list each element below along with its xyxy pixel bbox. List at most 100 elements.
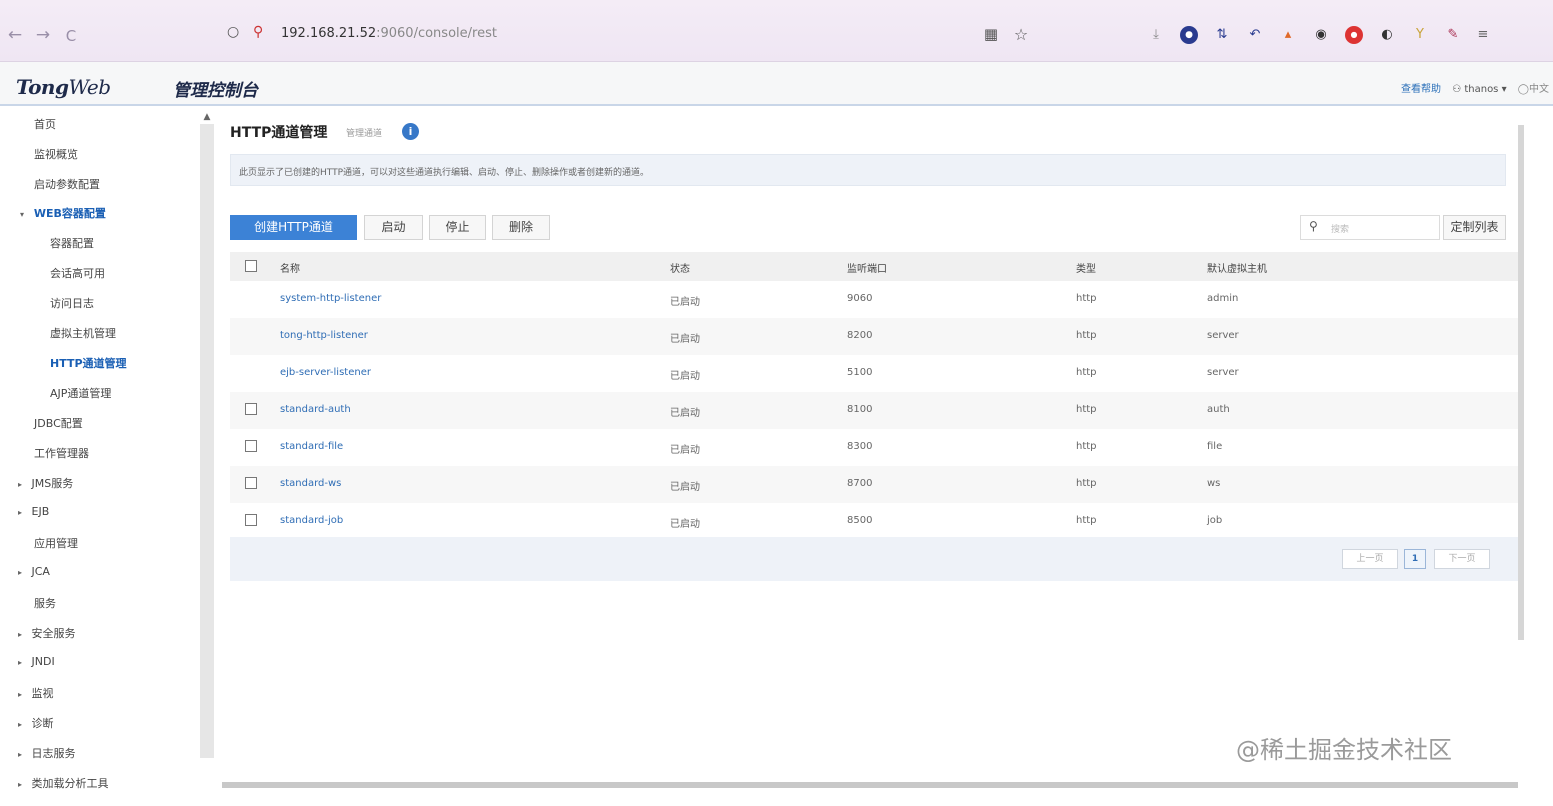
start-button[interactable]: 启动 xyxy=(364,215,423,240)
extension-icon[interactable]: ● xyxy=(1180,26,1198,44)
table-row[interactable]: standard-ws 已启动 8700 http ws xyxy=(230,466,1520,503)
table-row[interactable]: standard-job 已启动 8500 http job xyxy=(230,503,1520,540)
sidebar-item-http-channel[interactable]: HTTP通道管理 xyxy=(50,355,127,371)
type-cell: http xyxy=(1076,404,1097,415)
sidebar-item-home[interactable]: 首页 xyxy=(34,116,56,132)
adblock-icon[interactable]: ● xyxy=(1345,26,1363,44)
search-input[interactable]: ⚲ 搜索 xyxy=(1300,215,1440,240)
sidebar-item-ajp-channel[interactable]: AJP通道管理 xyxy=(50,385,111,401)
download-icon[interactable]: ⤓ xyxy=(1147,26,1165,44)
extension-icon[interactable]: ▴ xyxy=(1279,26,1297,44)
sidebar-item-jca[interactable]: ▸ JCA xyxy=(18,565,50,578)
type-cell: http xyxy=(1076,515,1097,526)
sidebar-scrollbar[interactable] xyxy=(200,110,214,758)
sidebar-item-jndi[interactable]: ▸ JNDI xyxy=(18,655,55,668)
table-header: 名称 状态 监听端口 类型 默认虚拟主机 xyxy=(230,252,1520,281)
user-menu[interactable]: ⚇ thanos ▾ xyxy=(1452,84,1506,95)
sidebar-item-monitor[interactable]: ▸ 监视 xyxy=(18,685,54,701)
sidebar-item-jdbc[interactable]: JDBC配置 xyxy=(34,415,83,431)
sidebar-item-services[interactable]: 服务 xyxy=(34,595,56,611)
sidebar-item-app-management[interactable]: 应用管理 xyxy=(34,535,78,551)
sidebar-item-classloader-tool[interactable]: ▸ 类加载分析工具 xyxy=(18,775,109,791)
prev-page-button[interactable]: 上一页 xyxy=(1342,549,1398,569)
scroll-up-icon[interactable]: ▲ xyxy=(200,110,214,124)
table-row[interactable]: ejb-server-listener 已启动 5100 http server xyxy=(230,355,1520,392)
sidebar-item-startup-params[interactable]: 启动参数配置 xyxy=(34,176,100,192)
url-text[interactable]: 192.168.21.52:9060/console/rest xyxy=(281,26,497,41)
description-text: 此页显示了已创建的HTTP通道，可以对这些通道执行编辑、启动、停止、删除操作或者… xyxy=(239,168,650,178)
column-header[interactable]: 状态 xyxy=(670,260,690,275)
console-title: 管理控制台 xyxy=(173,81,258,101)
sidebar-item-container-config[interactable]: 容器配置 xyxy=(50,235,94,251)
sidebar-item-monitor-overview[interactable]: 监视概览 xyxy=(34,146,78,162)
next-page-button[interactable]: 下一页 xyxy=(1434,549,1490,569)
main-scrollbar[interactable] xyxy=(1518,125,1524,640)
sidebar-item-log-service[interactable]: ▸ 日志服务 xyxy=(18,745,76,761)
stop-button[interactable]: 停止 xyxy=(429,215,486,240)
channel-name-link[interactable]: standard-auth xyxy=(280,404,351,415)
channel-name-link[interactable]: standard-job xyxy=(280,515,343,526)
table-row[interactable]: system-http-listener 已启动 9060 http admin xyxy=(230,281,1520,318)
host-cell: file xyxy=(1207,441,1223,452)
create-http-channel-button[interactable]: 创建HTTP通道 xyxy=(230,215,357,240)
sidebar-item-access-log[interactable]: 访问日志 xyxy=(50,295,94,311)
status-cell: 已启动 xyxy=(670,519,700,530)
extension-icon[interactable]: Y xyxy=(1411,26,1429,44)
sidebar-item-security[interactable]: ▸ 安全服务 xyxy=(18,625,76,641)
language-label: 中文 xyxy=(1529,84,1549,95)
extension-icon[interactable]: ✎ xyxy=(1444,26,1462,44)
sidebar-item-web-container[interactable]: ▾ WEB容器配置 xyxy=(20,205,106,221)
row-checkbox[interactable] xyxy=(245,403,257,415)
sidebar-item-diagnostics[interactable]: ▸ 诊断 xyxy=(18,715,54,731)
qr-code-icon[interactable]: ▦ xyxy=(980,25,1002,43)
sidebar-item-ejb[interactable]: ▸ EJB xyxy=(18,505,49,518)
back-icon[interactable]: ← xyxy=(4,25,26,45)
row-checkbox[interactable] xyxy=(245,440,257,452)
info-icon[interactable]: i xyxy=(402,123,419,140)
table-row[interactable]: standard-auth 已启动 8100 http auth xyxy=(230,392,1520,429)
extension-icon[interactable]: ⇅ xyxy=(1213,26,1231,44)
channel-name-link[interactable]: standard-ws xyxy=(280,478,341,489)
table-row[interactable]: tong-http-listener 已启动 8200 http server xyxy=(230,318,1520,355)
horizontal-scrollbar[interactable] xyxy=(222,782,1518,788)
chevron-right-icon: ▸ xyxy=(18,720,23,729)
help-link[interactable]: 查看帮助 xyxy=(1401,84,1441,95)
description-bar: 此页显示了已创建的HTTP通道，可以对这些通道执行编辑、启动、停止、删除操作或者… xyxy=(230,154,1506,186)
column-header[interactable]: 类型 xyxy=(1076,260,1096,275)
extension-icon[interactable]: ◐ xyxy=(1378,26,1396,44)
channel-name-link[interactable]: tong-http-listener xyxy=(280,330,368,341)
sidebar-item-work-manager[interactable]: 工作管理器 xyxy=(34,445,89,461)
pagination-bar: 上一页 1 下一页 xyxy=(230,537,1520,581)
browser-toolbar: ← → C ○ ⚲ 192.168.21.52:9060/console/res… xyxy=(0,0,1553,62)
search-icon: ⚲ xyxy=(1309,219,1318,233)
status-cell: 已启动 xyxy=(670,371,700,382)
sidebar-item-virtual-host[interactable]: 虚拟主机管理 xyxy=(50,325,116,341)
delete-button[interactable]: 删除 xyxy=(492,215,550,240)
forward-icon[interactable]: → xyxy=(32,25,54,45)
column-header[interactable]: 名称 xyxy=(280,260,300,275)
current-page-button[interactable]: 1 xyxy=(1404,549,1426,569)
sidebar-item-jms[interactable]: ▸ JMS服务 xyxy=(18,475,73,491)
chevron-right-icon: ▸ xyxy=(18,480,23,489)
extension-icon[interactable]: ↶ xyxy=(1246,26,1264,44)
select-all-checkbox[interactable] xyxy=(245,260,257,272)
row-checkbox[interactable] xyxy=(245,514,257,526)
address-bar[interactable]: ○ ⚲ 192.168.21.52:9060/console/rest xyxy=(215,20,1035,48)
extension-icon[interactable]: ◉ xyxy=(1312,26,1330,44)
port-cell: 5100 xyxy=(847,367,873,378)
host-cell: admin xyxy=(1207,293,1239,304)
channel-name-link[interactable]: system-http-listener xyxy=(280,293,381,304)
table-row[interactable]: standard-file 已启动 8300 http file xyxy=(230,429,1520,466)
column-header[interactable]: 默认虚拟主机 xyxy=(1207,260,1267,275)
channel-name-link[interactable]: standard-file xyxy=(280,441,343,452)
column-header[interactable]: 监听端口 xyxy=(847,260,887,275)
sidebar-item-session-ha[interactable]: 会话高可用 xyxy=(50,265,105,281)
channel-name-link[interactable]: ejb-server-listener xyxy=(280,367,371,378)
language-switch[interactable]: ◯中文 xyxy=(1518,84,1549,95)
menu-icon[interactable]: ≡ xyxy=(1474,26,1492,44)
bookmark-star-icon[interactable]: ☆ xyxy=(1010,25,1032,44)
status-cell: 已启动 xyxy=(670,334,700,345)
row-checkbox[interactable] xyxy=(245,477,257,489)
customize-columns-button[interactable]: 定制列表 xyxy=(1443,215,1506,240)
reload-icon[interactable]: C xyxy=(60,27,82,45)
